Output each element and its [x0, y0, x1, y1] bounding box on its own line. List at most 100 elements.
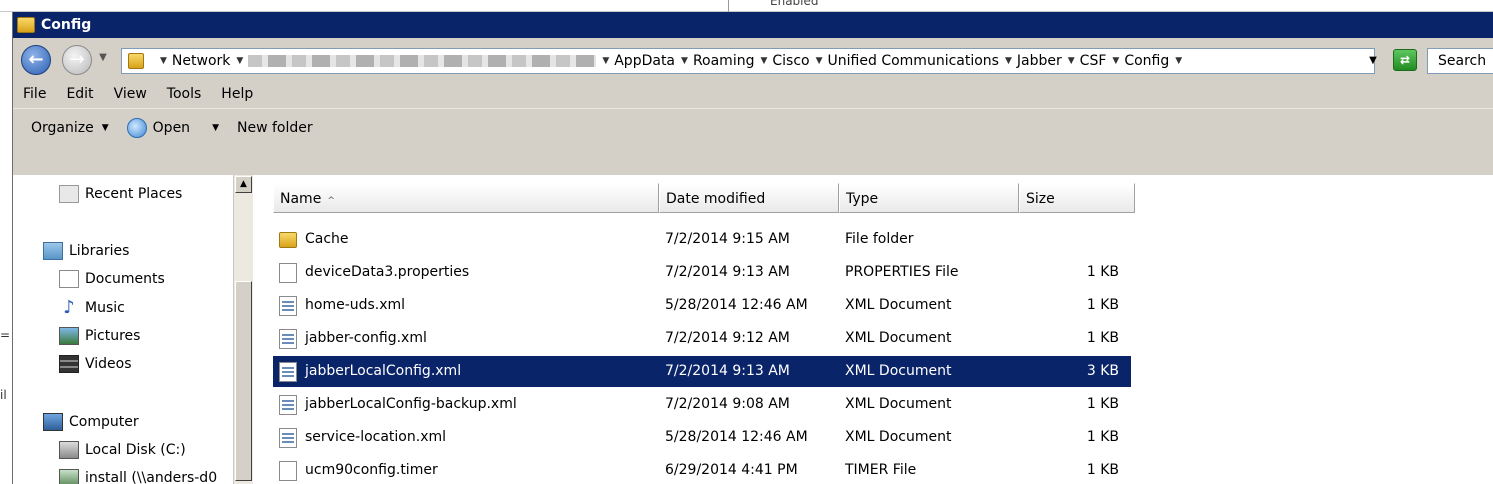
breadcrumb-separator[interactable]: ▼	[1068, 56, 1075, 66]
breadcrumb-network[interactable]: Network	[172, 53, 230, 69]
file-size: 1 KB	[1086, 396, 1119, 412]
explorer-window: Config ← → ▼ ▼ Network ▼ ▼ AppData ▼ Roa…	[12, 12, 1493, 484]
breadcrumb-separator[interactable]: ▼	[1175, 56, 1182, 66]
breadcrumb-roaming[interactable]: Roaming	[693, 53, 755, 69]
videos-icon	[59, 355, 79, 373]
breadcrumb-config[interactable]: Config	[1124, 53, 1169, 69]
column-header-type[interactable]: Type	[839, 183, 1019, 213]
file-row[interactable]: jabber-config.xml 7/2/2014 9:12 AM XML D…	[273, 323, 1131, 354]
background-fragment: =	[0, 328, 11, 342]
file-row-selected[interactable]: jabberLocalConfig.xml 7/2/2014 9:13 AM X…	[273, 356, 1131, 387]
sort-ascending-icon: ^	[327, 196, 335, 206]
file-date: 7/2/2014 9:13 AM	[665, 264, 790, 280]
file-icon	[279, 460, 297, 481]
breadcrumb-jabber[interactable]: Jabber	[1017, 53, 1062, 69]
menu-help[interactable]: Help	[221, 86, 253, 102]
breadcrumb-csf[interactable]: CSF	[1080, 53, 1107, 69]
breadcrumb-unified-communications[interactable]: Unified Communications	[828, 53, 999, 69]
file-type: XML Document	[845, 363, 952, 379]
background-left-edge: = il	[0, 12, 12, 484]
column-label: Date modified	[666, 191, 766, 207]
open-button[interactable]: Open ▼	[126, 117, 219, 138]
nav-label: Music	[85, 300, 125, 316]
breadcrumb-separator[interactable]: ▼	[160, 56, 167, 66]
refresh-button[interactable]: ⇄	[1393, 49, 1417, 71]
column-label: Size	[1026, 191, 1055, 207]
file-row[interactable]: ucm90config.timer 6/29/2014 4:41 PM TIME…	[273, 455, 1131, 484]
nav-network-drive[interactable]: install (\\anders-d0	[59, 469, 217, 484]
address-history-dropdown[interactable]: ▼	[1363, 48, 1383, 74]
nav-recent-places[interactable]: Recent Places	[59, 185, 182, 203]
file-name: jabberLocalConfig.xml	[305, 363, 462, 379]
nav-libraries[interactable]: Libraries	[43, 242, 129, 260]
file-name: deviceData3.properties	[305, 264, 470, 280]
column-header-name[interactable]: Name ^	[273, 183, 659, 213]
scroll-up-arrow-icon[interactable]: ▲	[235, 176, 252, 193]
recent-pages-dropdown[interactable]: ▼	[97, 52, 109, 66]
title-bar[interactable]: Config	[13, 12, 1493, 38]
folder-icon	[128, 53, 144, 69]
nav-local-disk[interactable]: Local Disk (C:)	[59, 441, 186, 459]
breadcrumb-separator[interactable]: ▼	[236, 56, 243, 66]
file-name: ucm90config.timer	[305, 462, 438, 478]
breadcrumb-cisco[interactable]: Cisco	[772, 53, 809, 69]
file-list-pane: Name ^ Date modified Type Size Cache 7/2/…	[253, 175, 1493, 484]
xml-file-icon	[279, 394, 297, 415]
chevron-down-icon: ▼	[101, 122, 109, 133]
file-date: 7/2/2014 9:12 AM	[665, 330, 790, 346]
organize-button[interactable]: Organize ▼	[31, 120, 109, 136]
breadcrumb-separator[interactable]: ▼	[760, 56, 767, 66]
file-row[interactable]: service-location.xml 5/28/2014 12:46 AM …	[273, 422, 1131, 453]
documents-icon	[59, 270, 79, 288]
file-row[interactable]: deviceData3.properties 7/2/2014 9:13 AM …	[273, 257, 1131, 288]
file-row[interactable]: jabberLocalConfig-backup.xml 7/2/2014 9:…	[273, 389, 1131, 420]
file-type: XML Document	[845, 297, 952, 313]
breadcrumb-separator[interactable]: ▼	[816, 56, 823, 66]
chevron-down-icon[interactable]: ▼	[212, 123, 219, 133]
menu-edit[interactable]: Edit	[66, 86, 93, 102]
file-name: service-location.xml	[305, 429, 447, 445]
file-date: 5/28/2014 12:46 AM	[665, 297, 808, 313]
breadcrumb-separator[interactable]: ▼	[1005, 56, 1012, 66]
file-icon	[279, 262, 297, 283]
menu-view[interactable]: View	[114, 86, 147, 102]
new-folder-button[interactable]: New folder	[237, 120, 313, 136]
nav-videos[interactable]: Videos	[59, 355, 132, 373]
file-size: 1 KB	[1086, 330, 1119, 346]
nav-label: Pictures	[85, 328, 141, 344]
menu-tools[interactable]: Tools	[167, 86, 202, 102]
command-bar: Organize ▼ Open ▼ New folder	[13, 108, 1493, 146]
nav-music[interactable]: ♪ Music	[59, 299, 125, 317]
breadcrumb-separator[interactable]: ▼	[681, 56, 688, 66]
breadcrumb: ▼ Network ▼ ▼ AppData ▼ Roaming ▼ Cisco …	[158, 49, 1187, 73]
breadcrumb-separator[interactable]: ▼	[602, 56, 609, 66]
breadcrumb-appdata[interactable]: AppData	[614, 53, 675, 69]
file-name: Cache	[305, 231, 349, 247]
file-size: 1 KB	[1086, 297, 1119, 313]
nav-computer[interactable]: Computer	[43, 413, 139, 431]
file-type: XML Document	[845, 330, 952, 346]
nav-documents[interactable]: Documents	[59, 270, 165, 288]
file-row[interactable]: Cache 7/2/2014 9:15 AM File folder	[273, 224, 1131, 255]
background-divider	[728, 0, 729, 12]
back-button[interactable]: ←	[21, 45, 51, 75]
file-row[interactable]: home-uds.xml 5/28/2014 12:46 AM XML Docu…	[273, 290, 1131, 321]
file-type: TIMER File	[845, 462, 917, 478]
search-input[interactable]: Search	[1427, 48, 1493, 74]
address-bar[interactable]: ▼ Network ▼ ▼ AppData ▼ Roaming ▼ Cisco …	[121, 48, 1375, 74]
forward-button[interactable]: →	[62, 45, 92, 75]
breadcrumb-separator[interactable]: ▼	[1112, 56, 1119, 66]
navigation-bar: ← → ▼ ▼ Network ▼ ▼ AppData ▼ Roaming ▼ …	[13, 38, 1493, 80]
file-date: 5/28/2014 12:46 AM	[665, 429, 808, 445]
file-type: XML Document	[845, 429, 952, 445]
navigation-scrollbar[interactable]: ▲	[233, 175, 253, 484]
menu-file[interactable]: File	[23, 86, 46, 102]
scroll-thumb[interactable]	[235, 281, 252, 481]
file-type: PROPERTIES File	[845, 264, 959, 280]
column-header-size[interactable]: Size	[1019, 183, 1135, 213]
file-date: 7/2/2014 9:08 AM	[665, 396, 790, 412]
folder-icon	[279, 231, 297, 248]
pictures-icon	[59, 327, 79, 345]
column-header-date-modified[interactable]: Date modified	[659, 183, 839, 213]
nav-pictures[interactable]: Pictures	[59, 327, 140, 345]
